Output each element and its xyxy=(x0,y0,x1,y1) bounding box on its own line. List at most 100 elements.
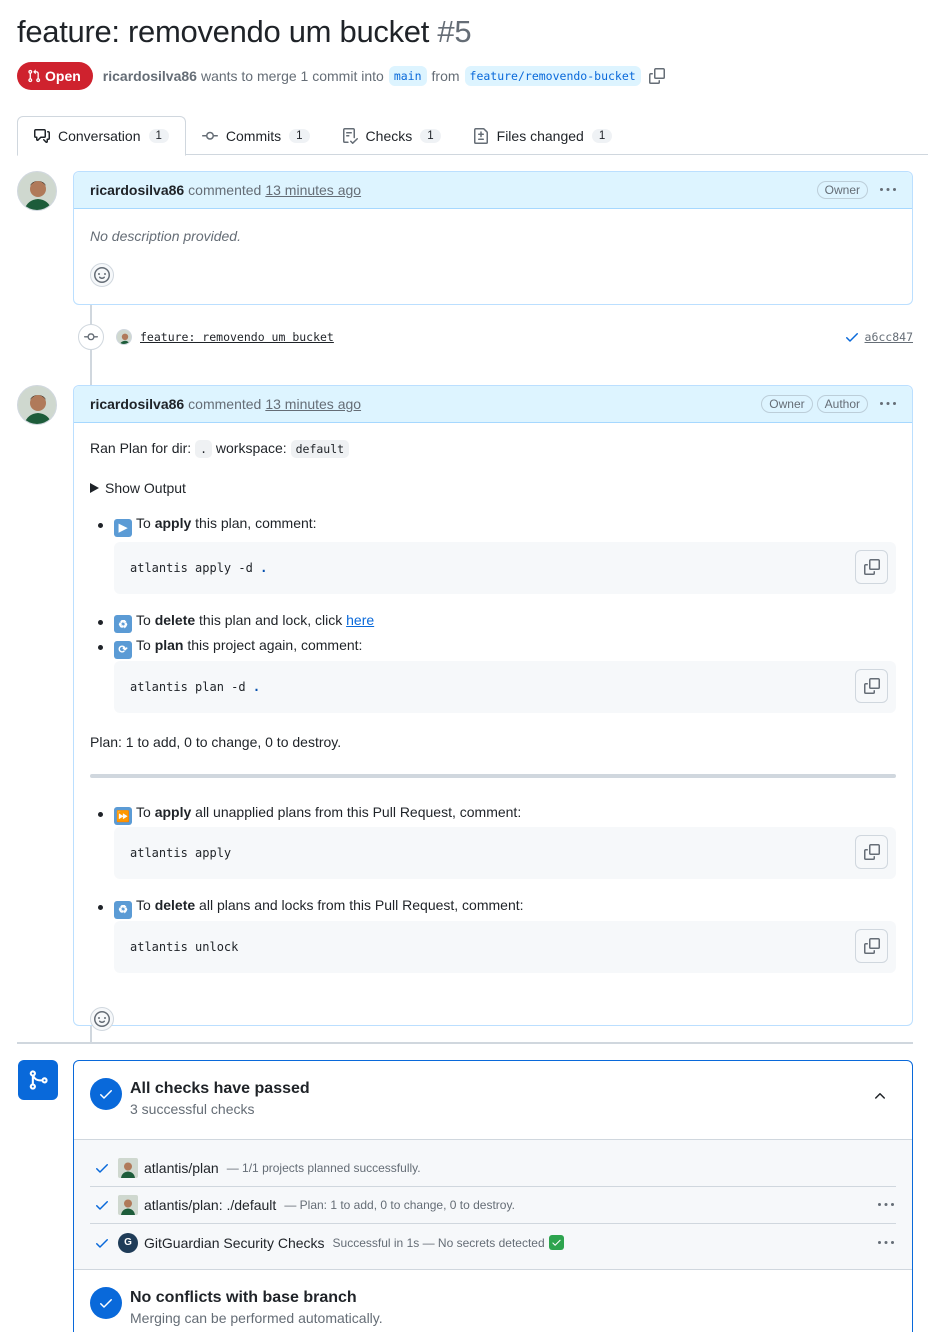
copy-button[interactable] xyxy=(855,835,888,869)
check-name: atlantis/plan xyxy=(144,1160,219,1176)
tab-counter: 1 xyxy=(591,128,613,143)
merge-text: wants to merge 1 commit into xyxy=(200,68,384,84)
plan-summary: Plan: 1 to add, 0 to change, 0 to destro… xyxy=(90,733,342,750)
kebab-menu-icon[interactable] xyxy=(880,182,896,198)
git-commit-icon xyxy=(78,324,104,350)
add-reaction-button[interactable] xyxy=(90,1006,114,1031)
comment-action: commented xyxy=(188,396,262,412)
put-litter-icon: ♻ xyxy=(114,615,132,633)
checks-summary[interactable]: All checks have passed 3 successful chec… xyxy=(74,1061,912,1139)
kebab-menu-icon[interactable] xyxy=(880,396,896,412)
conflicts-subtitle: Merging can be performed automatically. xyxy=(130,1310,383,1326)
checks-subtitle: 3 successful checks xyxy=(130,1101,255,1117)
tab-checks[interactable]: Checks 1 xyxy=(326,116,457,155)
pr-title-text: feature: removendo um bucket xyxy=(17,14,430,49)
comment-card: ricardosilva86 commented 13 minutes ago … xyxy=(73,385,913,1031)
copy-button[interactable] xyxy=(855,668,888,703)
list-item: ♻ To delete all plans and locks from this… xyxy=(90,897,896,973)
head-branch[interactable]: feature/removendo-bucket xyxy=(464,66,641,86)
avatar[interactable] xyxy=(17,385,57,425)
pr-meta: Open ricardosilva86 wants to merge 1 com… xyxy=(17,62,665,90)
copy-icon[interactable] xyxy=(648,68,665,84)
tab-counter: 1 xyxy=(148,129,169,143)
comment-timestamp[interactable]: 13 minutes ago xyxy=(265,396,361,412)
tab-conversation[interactable]: Conversation 1 xyxy=(17,116,186,156)
workspace-label: workspace: xyxy=(215,440,287,456)
avatar[interactable] xyxy=(17,171,57,211)
code-block: atlantis unlock xyxy=(114,920,896,973)
comment-action: commented xyxy=(188,182,262,198)
list-item: ▶ To apply this plan, comment: atlantis a… xyxy=(90,515,896,594)
owner-label: Owner xyxy=(761,395,813,413)
checks-title: All checks have passed xyxy=(130,1080,310,1097)
tab-files-changed[interactable]: Files changed 1 xyxy=(457,116,629,155)
comment-body: No description provided. xyxy=(90,228,241,244)
tab-counter: 1 xyxy=(420,128,441,143)
author-label: Author xyxy=(816,395,868,413)
code-block: atlantis plan -d . xyxy=(114,660,896,713)
list-item: ♻ To delete this plan and lock, click her… xyxy=(90,612,896,633)
kebab-menu-icon[interactable] xyxy=(878,1197,894,1213)
gitguardian-icon: G xyxy=(118,1232,138,1253)
conflicts-title: No conflicts with base branch xyxy=(130,1289,357,1306)
check-circle-icon xyxy=(90,1287,122,1319)
delete-lock-link[interactable]: here xyxy=(346,612,374,628)
check-description: — 1/1 projects planned successfully. xyxy=(226,1161,421,1175)
comment-timestamp[interactable]: 13 minutes ago xyxy=(265,182,361,198)
fast-forward-icon: ⏩ xyxy=(114,807,132,825)
tab-commits[interactable]: Commits 1 xyxy=(186,116,326,155)
copy-icon xyxy=(863,677,880,694)
commit-sha-link[interactable]: a6cc847 xyxy=(865,330,913,344)
instructions-list: ▶ To apply this plan, comment: atlantis a… xyxy=(90,515,896,713)
divider xyxy=(90,773,896,778)
pr-number: #5 xyxy=(437,14,472,49)
code-block: atlantis apply xyxy=(114,827,896,879)
avatar[interactable] xyxy=(116,329,132,345)
copy-button[interactable] xyxy=(855,549,888,584)
chevron-up-icon[interactable] xyxy=(872,1088,888,1104)
tab-label: Commits xyxy=(225,127,282,144)
from-text: from xyxy=(431,68,460,84)
git-merge-icon xyxy=(18,1060,58,1100)
avatar xyxy=(118,1158,138,1178)
kebab-menu-icon[interactable] xyxy=(878,1235,894,1251)
comment-author[interactable]: ricardosilva86 xyxy=(90,182,184,198)
pr-author-link[interactable]: ricardosilva86 xyxy=(103,68,197,84)
check-name: GitGuardian Security Checks xyxy=(144,1234,325,1251)
check-icon xyxy=(94,1160,110,1176)
comment-author[interactable]: ricardosilva86 xyxy=(90,396,184,412)
code-text: atlantis plan -d xyxy=(130,679,246,694)
dir-code: . xyxy=(195,440,212,458)
check-name: atlantis/plan: ./default xyxy=(144,1197,277,1213)
instructions-list: ⏩ To apply all unapplied plans from this … xyxy=(90,804,896,973)
copy-icon xyxy=(863,844,880,860)
smiley-icon xyxy=(94,1010,110,1027)
show-output-label: Show Output xyxy=(105,480,186,496)
copy-button[interactable] xyxy=(855,928,888,963)
checks-list: atlantis/plan — 1/1 projects planned suc… xyxy=(74,1139,912,1270)
git-commit-icon xyxy=(201,128,218,144)
commit-row: feature: removendo um bucket a6cc847 xyxy=(78,322,913,352)
list-item: ⏩ To apply all unapplied plans from this … xyxy=(90,804,896,879)
check-row[interactable]: atlantis/plan — 1/1 projects planned suc… xyxy=(90,1150,896,1187)
owner-label: Owner xyxy=(816,181,868,199)
base-branch[interactable]: main xyxy=(388,66,427,86)
page-title: feature: removendo um bucket #5 xyxy=(17,14,472,50)
code-text: atlantis apply -d xyxy=(130,560,253,575)
check-icon xyxy=(94,1197,110,1213)
commit-message-link[interactable]: feature: removendo um bucket xyxy=(140,330,334,344)
check-row[interactable]: G GitGuardian Security Checks Successful… xyxy=(90,1224,896,1261)
show-output-toggle[interactable]: Show Output xyxy=(90,478,896,498)
state-badge: Open xyxy=(17,62,93,90)
comment-header: ricardosilva86 commented 13 minutes ago … xyxy=(74,172,912,209)
check-circle-icon xyxy=(90,1078,122,1110)
code-text: atlantis unlock xyxy=(130,939,239,954)
smiley-icon xyxy=(94,267,110,283)
state-label: Open xyxy=(45,68,81,84)
add-reaction-button[interactable] xyxy=(90,263,114,287)
check-row[interactable]: atlantis/plan: ./default — Plan: 1 to ad… xyxy=(90,1187,896,1224)
check-description: — Plan: 1 to add, 0 to change, 0 to dest… xyxy=(284,1198,515,1212)
file-diff-icon xyxy=(473,127,489,144)
code-text: atlantis apply xyxy=(130,846,232,860)
copy-icon xyxy=(863,558,880,575)
